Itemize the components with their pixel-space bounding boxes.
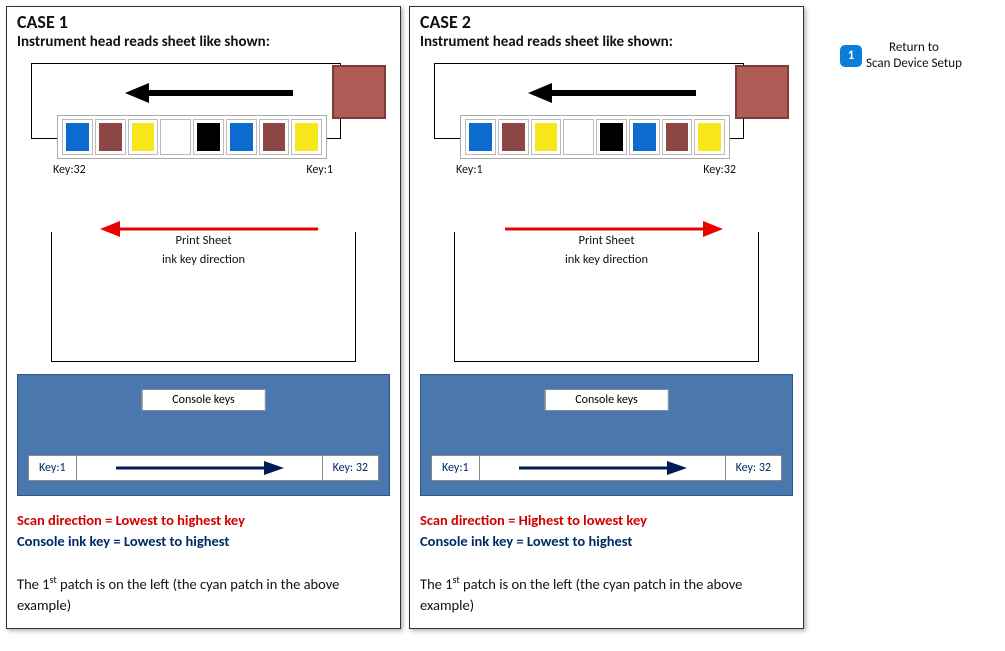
case-1-title: CASE 1: [17, 11, 390, 33]
step-badge-icon: 1: [840, 45, 862, 67]
scan-direction-arrow-icon: [528, 83, 700, 103]
scan-head-icon: [332, 65, 386, 119]
top-key-left: Key:32: [53, 163, 86, 177]
patch-yellow: [531, 119, 562, 155]
top-key-labels: Key:32 Key:1: [53, 163, 333, 177]
patch-black: [193, 119, 224, 155]
console-title: Console keys: [544, 389, 668, 411]
cases-container: CASE 1 Instrument head reads sheet like …: [0, 0, 1005, 635]
case-2-subtitle: Instrument head reads sheet like shown:: [420, 33, 793, 51]
console-key-right: Key: 32: [725, 455, 782, 481]
patch-strip: [460, 115, 730, 159]
console-block: Console keys Key:1 Key: 32: [420, 374, 793, 496]
patch-brown: [662, 119, 693, 155]
patch-cyan: [629, 119, 660, 155]
top-key-right: Key:1: [306, 163, 333, 177]
console-key-row: Key:1 Key: 32: [431, 455, 782, 481]
patch-blank: [160, 119, 191, 155]
case-1-instrument-diagram: Key:32 Key:1: [17, 59, 390, 194]
patch-yellow: [291, 119, 322, 155]
console-block: Console keys Key:1 Key: 32: [17, 374, 390, 496]
patch-brown: [498, 119, 529, 155]
print-sheet-box: Print Sheet ink key direction: [454, 232, 759, 362]
patch-cyan: [465, 119, 496, 155]
patch-brown: [259, 119, 290, 155]
console-direction-text: Console ink key = Lowest to highest: [17, 531, 390, 552]
patch-black: [596, 119, 627, 155]
console-key-left: Key:1: [28, 455, 77, 481]
ink-key-direction-arrow-icon: [503, 220, 723, 238]
top-key-labels: Key:1 Key:32: [456, 163, 736, 177]
patch-blank: [563, 119, 594, 155]
case-2-instrument-diagram: Key:1 Key:32: [420, 59, 793, 194]
console-direction-text: Console ink key = Lowest to highest: [420, 531, 793, 552]
ink-key-direction-arrow-icon: [100, 220, 320, 238]
return-link-text: Return to Scan Device Setup: [866, 40, 962, 71]
patch-cyan: [62, 119, 93, 155]
patch-yellow: [694, 119, 725, 155]
patch-cyan: [226, 119, 257, 155]
first-patch-note: The 1st patch is on the left (the cyan p…: [17, 573, 390, 616]
scan-direction-text: Scan direction = Lowest to highest key: [17, 510, 390, 531]
console-key-left: Key:1: [431, 455, 480, 481]
patch-yellow: [128, 119, 159, 155]
console-direction-arrow-icon: [517, 460, 687, 476]
console-direction-arrow-icon: [114, 460, 284, 476]
console-arrow: [77, 455, 322, 481]
print-sheet-box: Print Sheet ink key direction: [51, 232, 356, 362]
case-1-summary: Scan direction = Lowest to highest key C…: [17, 510, 390, 616]
patch-strip: [57, 115, 327, 159]
console-arrow: [480, 455, 725, 481]
scan-direction-arrow-icon: [125, 83, 297, 103]
case-2-summary: Scan direction = Highest to lowest key C…: [420, 510, 793, 616]
scan-head-icon: [735, 65, 789, 119]
case-2-panel: CASE 2 Instrument head reads sheet like …: [409, 6, 804, 629]
return-to-scan-device-setup-link[interactable]: 1 Return to Scan Device Setup: [840, 40, 962, 71]
patch-brown: [95, 119, 126, 155]
scan-direction-text: Scan direction = Highest to lowest key: [420, 510, 793, 531]
console-key-row: Key:1 Key: 32: [28, 455, 379, 481]
top-key-right: Key:32: [703, 163, 736, 177]
top-key-left: Key:1: [456, 163, 483, 177]
console-key-right: Key: 32: [322, 455, 379, 481]
case-1-panel: CASE 1 Instrument head reads sheet like …: [6, 6, 401, 629]
console-title: Console keys: [141, 389, 265, 411]
case-2-title: CASE 2: [420, 11, 793, 33]
case-1-subtitle: Instrument head reads sheet like shown:: [17, 33, 390, 51]
first-patch-note: The 1st patch is on the left (the cyan p…: [420, 573, 793, 616]
